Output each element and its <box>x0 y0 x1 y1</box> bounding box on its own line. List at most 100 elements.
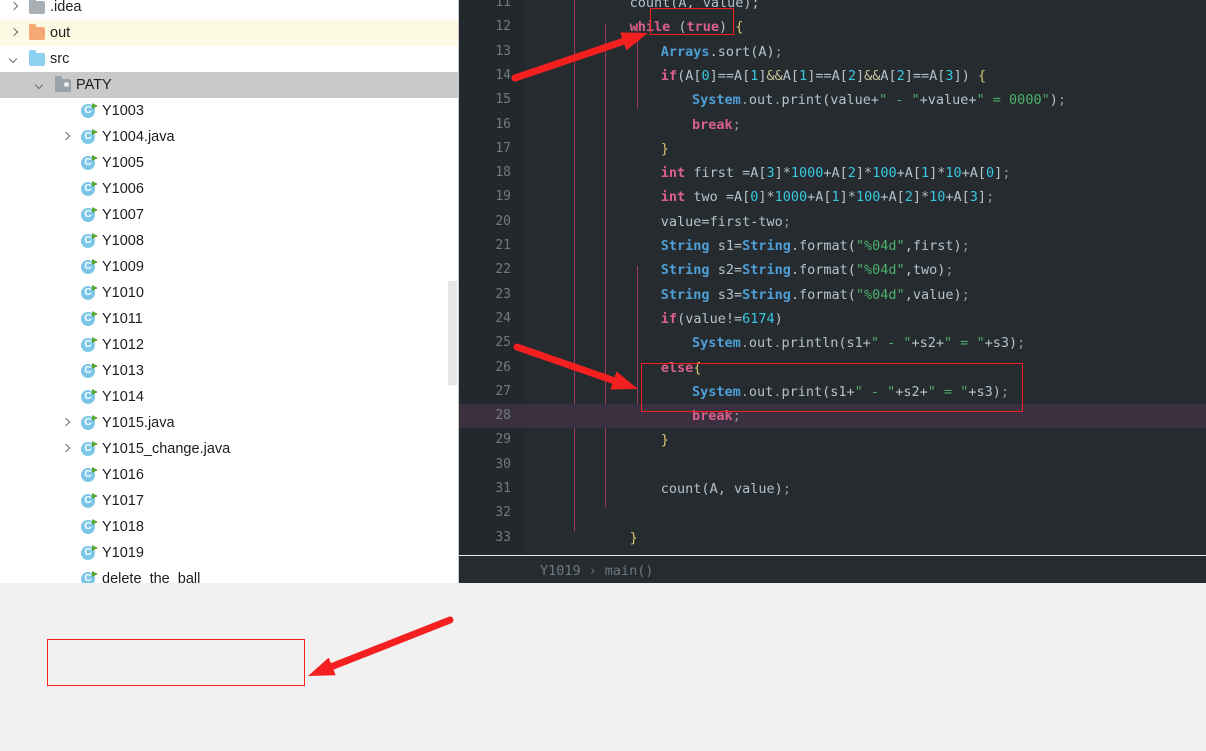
tree-item-label: Y1015.java <box>102 415 175 431</box>
code-text: int two =A[0]*1000+A[1]*100+A[2]*10+A[3]… <box>661 185 994 209</box>
code-line-32[interactable]: 32 <box>459 501 1206 525</box>
code-text: String s1=String.format("%04d",first); <box>661 234 970 258</box>
code-line-20[interactable]: 20 value=first-two; <box>459 210 1206 234</box>
code-line-29[interactable]: 29} <box>459 428 1206 452</box>
token: first =A[ <box>685 165 767 182</box>
twisty-placeholder <box>60 261 73 274</box>
code-line-19[interactable]: 19 int two =A[0]*1000+A[1]*100+A[2]*10+A[… <box>459 185 1206 209</box>
token: +s3) <box>968 383 1001 400</box>
token: ( <box>678 19 687 36</box>
chevron-right-icon[interactable] <box>60 131 73 144</box>
folder-orange-icon <box>29 23 45 40</box>
code-line-12[interactable]: 12 while (true) { <box>459 15 1206 39</box>
tree-item-y1003[interactable]: C Y1003 <box>0 98 458 124</box>
code-line-18[interactable]: 18 int first =A[3]*1000+A[2]*100+A[1]*10+… <box>459 161 1206 185</box>
token: int <box>660 165 686 182</box>
code-text: count(A, value); <box>661 477 791 501</box>
token: count(A, value); <box>629 0 760 11</box>
token: +s3) <box>984 335 1018 352</box>
code-text: String s3=String.format("%04d",value); <box>661 283 970 307</box>
tree-item-y1011[interactable]: C Y1011 <box>0 306 458 332</box>
tree-item-y1005[interactable]: C Y1005 <box>0 150 458 176</box>
chevron-right-icon[interactable] <box>8 27 21 40</box>
run-marker-icon <box>92 337 98 343</box>
token: if <box>660 67 678 84</box>
breadcrumb-method[interactable]: main() <box>605 563 654 579</box>
twisty-placeholder <box>60 391 73 404</box>
code-line-14[interactable]: 14 if(A[0]==A[1]&&A[1]==A[2]&&A[2]==A[3])… <box>459 64 1206 88</box>
project-tree-panel[interactable]: .idea out src PATY C Y1003 C Y1004.java C Y1005 C Y… <box>0 0 459 583</box>
line-number: 31 <box>495 481 511 496</box>
code-line-23[interactable]: 23 String s3=String.format("%04d",value); <box>459 283 1206 307</box>
token: String <box>660 262 710 279</box>
code-line-21[interactable]: 21 String s1=String.format("%04d",first); <box>459 234 1206 258</box>
token: 3 <box>969 189 978 206</box>
breadcrumb[interactable]: Y1019 › main() <box>459 555 1206 585</box>
chevron-right-icon[interactable] <box>60 443 73 456</box>
tree-item-out[interactable]: out <box>0 20 458 46</box>
breadcrumb-file[interactable]: Y1019 <box>540 563 581 579</box>
token: System <box>692 335 741 352</box>
code-line-16[interactable]: 16 break; <box>459 113 1206 137</box>
code-editor[interactable]: 11 count(A, value); 12 while (true) {13 Arra… <box>459 0 1206 555</box>
code-line-13[interactable]: 13 Arrays.sort(A); <box>459 40 1206 64</box>
token: if <box>660 310 678 327</box>
tree-item-y1019[interactable]: C Y1019 <box>0 540 458 566</box>
chevron-right-icon[interactable] <box>60 417 73 430</box>
code-line-25[interactable]: 25 System.out.println(s1+" - "+s2+" = "+s… <box>459 331 1206 355</box>
tree-item-paty[interactable]: PATY <box>0 72 458 98</box>
chevron-down-icon[interactable] <box>8 53 21 66</box>
line-number: 15 <box>495 92 511 108</box>
tree-item-delete-the-ball[interactable]: Cdelete_the_ball <box>0 566 458 583</box>
token: ; <box>1000 383 1010 400</box>
java-class-icon: C <box>81 155 98 171</box>
tree-item-y1010[interactable]: C Y1010 <box>0 280 458 306</box>
token: ,two) <box>904 262 946 279</box>
java-class-icon: C <box>81 259 98 275</box>
tree-item-y1016[interactable]: C Y1016 <box>0 462 458 488</box>
code-line-26[interactable]: 26 else{ <box>459 356 1206 380</box>
code-line-31[interactable]: 31 count(A, value); <box>459 477 1206 501</box>
project-tree-scrollbar[interactable] <box>447 280 458 386</box>
tree-item-y1018[interactable]: C Y1018 <box>0 514 458 540</box>
code-line-17[interactable]: 17} <box>459 137 1206 161</box>
token: (value!= <box>677 310 743 327</box>
token: 100 <box>855 189 881 206</box>
tree-item-y1006[interactable]: C Y1006 <box>0 176 458 202</box>
tree-item-y1015-java[interactable]: C Y1015.java <box>0 410 458 436</box>
tree-item-y1013[interactable]: C Y1013 <box>0 358 458 384</box>
twisty-placeholder <box>60 365 73 378</box>
line-number: 24 <box>495 310 511 326</box>
run-marker-icon <box>92 285 98 291</box>
code-line-24[interactable]: 24 if(value!=6174) <box>459 307 1206 331</box>
tree-item-y1004-java[interactable]: C Y1004.java <box>0 124 458 150</box>
tree-item--idea[interactable]: .idea <box>0 0 458 20</box>
token: . <box>740 92 749 109</box>
tree-item-y1014[interactable]: C Y1014 <box>0 384 458 410</box>
line-number: 33 <box>495 529 511 545</box>
code-line-15[interactable]: 15 System.out.print(value+" - "+value+" =… <box>459 88 1206 112</box>
tree-item-y1015-change-java[interactable]: C Y1015_change.java <box>0 436 458 462</box>
tree-item-y1007[interactable]: C Y1007 <box>0 202 458 228</box>
tree-item-y1017[interactable]: C Y1017 <box>0 488 458 514</box>
code-line-28[interactable]: 28 break; <box>459 404 1206 429</box>
chevron-down-icon[interactable] <box>34 79 47 92</box>
token: s3= <box>709 286 743 303</box>
tree-item-y1009[interactable]: C Y1009 <box>0 254 458 280</box>
tree-item-y1008[interactable]: C Y1008 <box>0 228 458 254</box>
code-text: } <box>661 428 669 452</box>
token: ]==A[ <box>807 67 848 84</box>
code-line-27[interactable]: 27 System.out.print(s1+" - "+s2+" = "+s3)… <box>459 380 1206 404</box>
token: String <box>660 286 710 303</box>
code-line-22[interactable]: 22 String s2=String.format("%04d",two); <box>459 258 1206 282</box>
code-line-30[interactable]: 30 <box>459 453 1206 477</box>
tree-item-src[interactable]: src <box>0 46 458 72</box>
code-line-33[interactable]: 33} <box>459 526 1206 550</box>
token: A[ <box>782 67 800 84</box>
code-text: String s2=String.format("%04d",two); <box>661 258 954 282</box>
tree-item-y1012[interactable]: C Y1012 <box>0 332 458 358</box>
token: "%04d" <box>855 286 905 303</box>
chevron-right-icon[interactable] <box>8 1 21 14</box>
tree-item-label: Y1005 <box>102 155 144 171</box>
code-line-11[interactable]: 11 count(A, value); <box>459 0 1206 15</box>
